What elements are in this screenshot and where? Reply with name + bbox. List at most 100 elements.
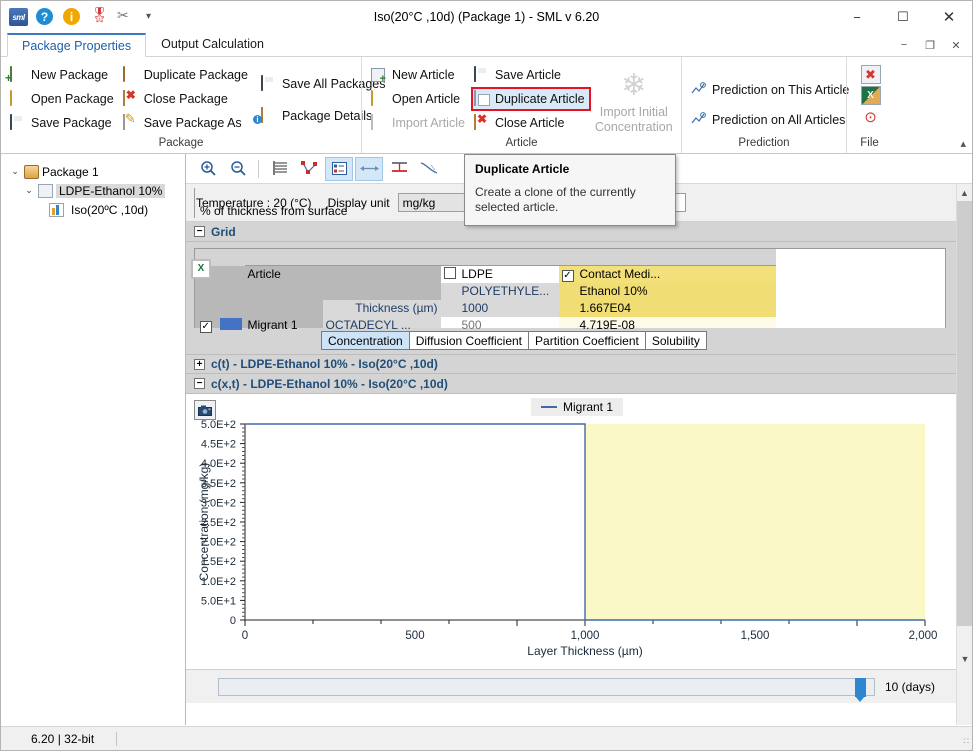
grid-container: X Article LDPE ✓ Contact Medi... [186,242,972,328]
cxt-collapse-icon[interactable]: − [194,378,205,389]
svg-text:500: 500 [405,630,424,642]
grid-collapse-icon[interactable]: − [194,226,205,237]
svg-text:2,000: 2,000 [909,630,938,642]
tree-node-article[interactable]: ⌄ LDPE-Ethanol 10% [5,181,181,200]
horizontal-scale-icon[interactable] [355,157,383,181]
ribbon-group-prediction: Prediction on This Article Prediction on… [681,57,846,153]
save-package-as-icon [123,115,139,131]
legend-line-migrant-1 [541,406,557,408]
package-group-title: Package [1,136,361,153]
close-package-button[interactable]: Close Package [120,87,254,111]
duplicate-package-button[interactable]: Duplicate Package [120,63,254,87]
tree-expander-article[interactable]: ⌄ [23,185,35,196]
status-separator [116,732,117,746]
close-button[interactable]: ✕ [926,1,972,33]
tab-package-properties[interactable]: Package Properties [7,33,146,57]
tab-partition-coefficient[interactable]: Partition Coefficient [528,331,646,350]
status-version: 6.20 | 32-bit [1,732,94,746]
tab-solubility[interactable]: Solubility [645,331,707,350]
new-article-button[interactable]: New Article [368,63,471,87]
prediction-this-article-label: Prediction on This Article [712,83,849,97]
open-package-label: Open Package [31,92,114,106]
tab-output-calculation[interactable]: Output Calculation [146,32,279,56]
toolbar-separator [258,160,259,178]
medium-checkbox[interactable]: ✓ [562,270,574,282]
migrant-color-swatch[interactable] [220,318,242,330]
save-article-icon [474,67,490,83]
open-article-button[interactable]: Open Article [368,87,471,111]
delete-file-icon[interactable]: ⊙ [861,107,881,126]
grid-row-article: X Article LDPE ✓ Contact Medi... [195,266,946,283]
prediction-all-articles-button[interactable]: Prediction on All Articles [688,108,855,132]
content-pane: Temperature : 20 (°C) Display unit mg/kg… [186,154,972,725]
help-icon[interactable]: ? [36,8,54,26]
excel-export-icon[interactable]: X [191,259,211,279]
window-controls: − ☐ ✕ [834,1,972,33]
ribbon-close-button[interactable]: ✕ [944,35,968,55]
layer-checkbox[interactable] [444,267,456,279]
tab-concentration[interactable]: Concentration [321,331,410,350]
ribbon-group-package: New Package Open Package Save Package Du… [1,57,361,153]
minimize-button[interactable]: − [834,1,880,33]
info-icon[interactable]: i [63,8,81,26]
quick-access-more-icon[interactable]: ▾ [144,12,151,22]
open-package-icon [10,91,26,107]
application-window: sml ? i 🎖 ✂ ▾ Iso(20°C ,10d) (Package 1)… [0,0,973,751]
curve-icon[interactable] [415,157,443,181]
svg-text:5.0E+1: 5.0E+1 [201,595,236,607]
svg-text:1,500: 1,500 [741,630,770,642]
tab-diffusion-coefficient[interactable]: Diffusion Coefficient [409,331,529,350]
duplicate-package-icon [123,67,139,83]
scroll-down-icon[interactable]: ▼ [957,650,972,667]
scroll-up-icon[interactable]: ▲ [957,184,972,201]
migrant-checkbox[interactable]: ✓ [200,321,212,333]
chart-legend: Migrant 1 [531,398,623,416]
app-logo-icon[interactable]: sml [9,8,27,26]
ct-expand-icon[interactable]: + [194,359,205,370]
duplicate-article-label: Duplicate Article [495,92,585,106]
open-package-button[interactable]: Open Package [7,87,120,111]
ribbon-minimize-button[interactable]: − [892,35,916,55]
save-package-button[interactable]: Save Package [7,111,120,135]
ct-section-header[interactable]: + c(t) - LDPE-Ethanol 10% - Iso(20°C ,10… [186,354,972,374]
package-column-2: Duplicate Package Close Package Save Pac… [120,63,254,136]
tree-expander-package-1[interactable]: ⌄ [9,166,21,177]
cxt-section-header[interactable]: − c(x,t) - LDPE-Ethanol 10% - Iso(20°C ,… [186,374,972,394]
title-bar: sml ? i 🎖 ✂ ▾ Iso(20°C ,10d) (Package 1)… [1,1,972,33]
grid-lines-icon[interactable] [265,157,293,181]
import-initial-concentration-line1: Import Initial [595,105,673,120]
scrollbar-thumb[interactable] [957,201,972,626]
prediction-this-article-button[interactable]: Prediction on This Article [688,78,855,102]
zoom-out-icon[interactable] [224,157,252,181]
save-package-as-button[interactable]: Save Package As [120,111,254,135]
time-slider[interactable] [218,678,875,696]
new-package-button[interactable]: New Package [7,63,120,87]
export-excel-icon[interactable]: X [861,86,881,105]
save-article-button[interactable]: Save Article [471,63,591,87]
vertical-limit-icon[interactable] [385,157,413,181]
ribbon-collapse-icon[interactable]: ▴ [960,137,966,150]
duplicate-article-button[interactable]: Duplicate Article [471,87,591,111]
maximize-button[interactable]: ☐ [880,1,926,33]
close-article-button[interactable]: Close Article [471,111,591,135]
save-package-icon [10,115,26,131]
content-scrollbar[interactable]: ▲ ▼ [956,184,972,725]
export-pdf-icon[interactable]: ✖ [861,65,881,84]
chart-plot: 5.0E+2 4.5E+2 4.0E+2 3.5E+2 3.0E+2 2.5E+… [186,416,972,666]
main-area: ⌄ Package 1 ⌄ LDPE-Ethanol 10% Iso(20ºC … [1,154,972,725]
medium-material: Ethanol 10% [577,283,776,300]
zoom-in-icon[interactable] [194,157,222,181]
ribbon-tab-bar: Package Properties Output Calculation − … [1,33,972,57]
resize-grip-icon[interactable]: ∷ [963,736,970,747]
tree-node-simulation[interactable]: Iso(20ºC ,10d) [5,200,181,219]
award-icon[interactable]: 🎖 [90,8,108,26]
time-slider-thumb[interactable] [855,678,866,697]
legend-icon[interactable] [325,157,353,181]
layer-thickness-value: 1000 [459,300,559,317]
new-package-icon [10,67,26,83]
data-points-icon[interactable] [295,157,323,181]
ribbon-restore-button[interactable]: ❐ [918,35,942,55]
tools-icon[interactable]: ✂ [117,8,135,26]
import-initial-concentration-icon: ❄ [614,65,654,105]
tree-node-package-1[interactable]: ⌄ Package 1 [5,162,181,181]
